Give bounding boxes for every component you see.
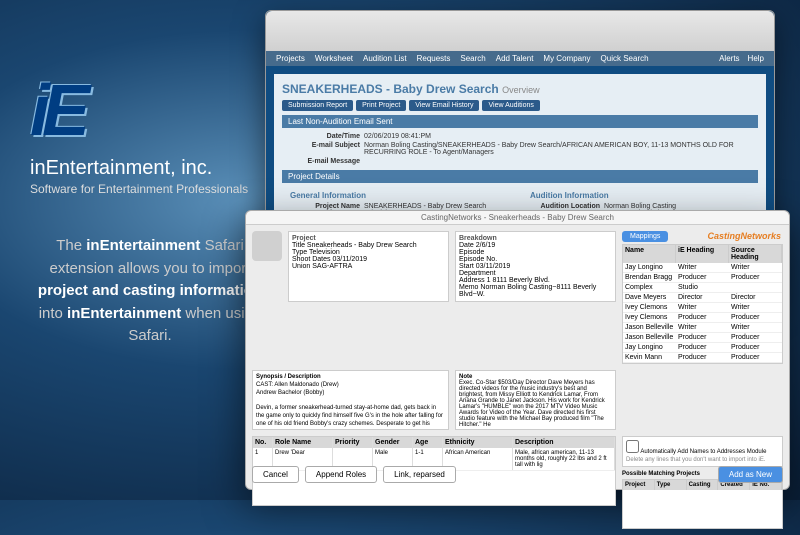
- append-roles-button[interactable]: Append Roles: [305, 466, 377, 483]
- label: Start: [459, 263, 474, 270]
- people-row[interactable]: Jason BellevilleWriterWriter: [623, 323, 782, 333]
- project-details-header: Project Details: [282, 170, 758, 183]
- value: Television: [309, 249, 340, 256]
- label: Address 1: [459, 277, 491, 284]
- breakdown-panel-header: Breakdown: [459, 235, 612, 242]
- nav-item[interactable]: My Company: [543, 54, 590, 63]
- label: Episode: [459, 249, 484, 256]
- label: Union: [292, 263, 310, 270]
- import-window-title: CastingNetworks - Sneakerheads - Baby Dr…: [246, 211, 789, 225]
- label: E-mail Subject: [290, 142, 360, 156]
- nav-item[interactable]: Quick Search: [601, 54, 649, 63]
- col-header: Role Name: [273, 437, 333, 448]
- site-nav: Projects Worksheet Audition List Request…: [266, 51, 774, 66]
- label: Title: [292, 242, 305, 249]
- label: Date: [459, 242, 474, 249]
- col-header: Description: [513, 437, 615, 448]
- label: Department: [459, 270, 496, 277]
- label: E-mail Message: [290, 158, 360, 165]
- brand-subtitle: Software for Entertainment Professionals: [30, 182, 248, 196]
- col-header: Name: [623, 245, 676, 263]
- print-project-button[interactable]: Print Project: [356, 100, 406, 111]
- project-panel-header: Project: [292, 235, 445, 242]
- browser-chrome: [266, 11, 774, 51]
- label: Shoot Dates: [292, 256, 331, 263]
- label: Project Name: [290, 203, 360, 210]
- nav-item[interactable]: Worksheet: [315, 54, 353, 63]
- casting-networks-logo: CastingNetworks: [707, 231, 781, 241]
- synopsis-header: Synopsis / Description: [256, 374, 321, 380]
- people-row[interactable]: Ivey ClemonsProducerProducer: [623, 313, 782, 323]
- page-subtitle: Overview: [502, 85, 540, 95]
- col-header: Ethnicity: [443, 437, 513, 448]
- nav-item[interactable]: Add Talent: [496, 54, 534, 63]
- nav-item[interactable]: Audition List: [363, 54, 407, 63]
- value: 03/11/2019: [332, 256, 367, 263]
- people-row[interactable]: Olive Bridge and Haven Enter.Prod. CoPro…: [623, 363, 782, 364]
- import-app-icon: [252, 231, 282, 261]
- people-row[interactable]: Kevin MannProducerProducer: [623, 353, 782, 363]
- people-row[interactable]: Jay LonginoWriterWriter: [623, 263, 782, 273]
- brand-title: inEntertainment, inc.: [30, 157, 248, 180]
- label: Memo: [459, 284, 478, 291]
- col-header: No.: [253, 437, 273, 448]
- value: SAG-AFTRA: [312, 263, 352, 270]
- people-row[interactable]: Jason BellevilleProducerProducer: [623, 333, 782, 343]
- nav-alerts[interactable]: Alerts: [719, 54, 739, 63]
- label: Date/Time: [290, 133, 360, 140]
- people-row[interactable]: Jay LonginoProducerProducer: [623, 343, 782, 353]
- col-header: iE Heading: [676, 245, 729, 263]
- label: Type: [292, 249, 307, 256]
- people-row[interactable]: Brendan BraggProducerProducer: [623, 273, 782, 283]
- notes-text: Exec. Co-Star $503/Day Director Dave Mey…: [459, 380, 605, 428]
- col-header: Gender: [373, 437, 413, 448]
- nav-help[interactable]: Help: [748, 54, 764, 63]
- people-row[interactable]: Ivey ClemonsWriterWriter: [623, 303, 782, 313]
- nav-item[interactable]: Projects: [276, 54, 305, 63]
- value: SNEAKERHEADS - Baby Drew Search: [364, 203, 486, 210]
- people-row[interactable]: Dave MeyersDirectorDirector: [623, 293, 782, 303]
- col-header: Age: [413, 437, 443, 448]
- audition-info-header: Audition Information: [530, 191, 750, 200]
- value: 8111 Beverly Blvd.: [492, 277, 549, 284]
- cancel-button[interactable]: Cancel: [252, 466, 299, 483]
- general-info-header: General Information: [290, 191, 510, 200]
- nav-item[interactable]: Search: [460, 54, 485, 63]
- value: Norman Boling Casting/SNEAKERHEADS - Bab…: [364, 142, 750, 156]
- synopsis-text: CAST: Allen Maldonado (Drew) Andrew Bach…: [256, 382, 443, 430]
- view-auditions-button[interactable]: View Auditions: [482, 100, 539, 111]
- mappings-button[interactable]: Mappings: [622, 231, 668, 242]
- submission-report-button[interactable]: Submission Report: [282, 100, 353, 111]
- view-email-history-button[interactable]: View Email History: [409, 100, 479, 111]
- people-row[interactable]: ComplexStudio: [623, 283, 782, 293]
- col-header: Source Heading: [729, 245, 782, 263]
- col-header: Priority: [333, 437, 373, 448]
- add-as-new-button[interactable]: Add as New: [718, 466, 783, 483]
- nav-item[interactable]: Requests: [417, 54, 451, 63]
- auto-add-note: Delete any lines that you don't want to …: [626, 457, 779, 463]
- value: 2/6/19: [476, 242, 495, 249]
- auto-add-checkbox[interactable]: Automatically Add Names to Addresses Mod…: [626, 449, 766, 455]
- import-dialog: CastingNetworks - Sneakerheads - Baby Dr…: [245, 210, 790, 490]
- link-reparsed-button[interactable]: Link, reparsed: [383, 466, 456, 483]
- value: 02/06/2019 08:41:PM: [364, 133, 431, 140]
- value: Norman Boling Casting~8111 Beverly Blvd~…: [459, 284, 596, 298]
- brand-logo: iE: [30, 70, 248, 152]
- value: 03/11/2019: [476, 263, 511, 270]
- label: Episode No.: [459, 256, 497, 263]
- last-email-header: Last Non-Audition Email Sent: [282, 115, 758, 128]
- value: Sneakerheads - Baby Drew Search: [307, 242, 417, 249]
- page-title: SNEAKERHEADS - Baby Drew Search: [282, 82, 499, 96]
- tagline: The inEntertainment Safari extension all…: [30, 235, 270, 348]
